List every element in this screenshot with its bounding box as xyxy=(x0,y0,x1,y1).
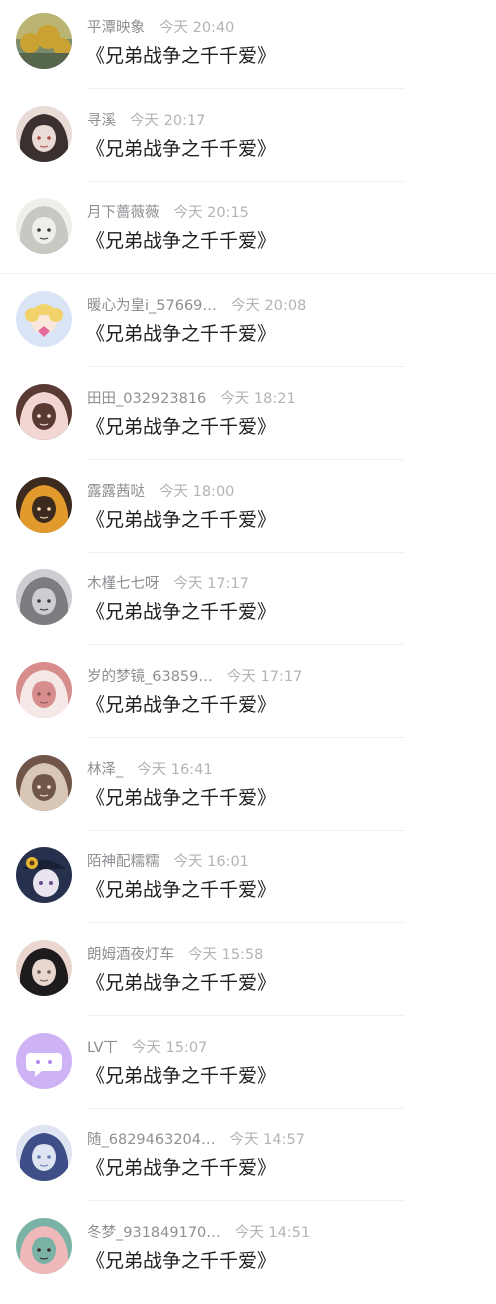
message-row[interactable]: 木槿七七呀 今天 17:17 《兄弟战争之千千爱》 xyxy=(0,563,496,655)
user-name[interactable]: 随_6829463204… xyxy=(87,1130,216,1150)
user-name[interactable]: LV丅 xyxy=(87,1038,118,1058)
avatar[interactable] xyxy=(16,13,72,69)
message-meta: 冬梦_931849170… 今天 14:51 xyxy=(87,1223,310,1243)
row-divider xyxy=(87,551,405,553)
message-text[interactable]: 《兄弟战争之千千爱》 xyxy=(86,1155,276,1181)
message-text[interactable]: 《兄弟战争之千千爱》 xyxy=(86,877,276,903)
message-row[interactable]: 林泽_ 今天 16:41 《兄弟战争之千千爱》 xyxy=(0,749,496,841)
message-meta: 寻溪 今天 20:17 xyxy=(87,111,205,131)
message-row[interactable]: 平潭映象 今天 20:40 《兄弟战争之千千爱》 xyxy=(0,7,496,99)
message-row[interactable]: 月下蔷薇薇 今天 20:15 《兄弟战争之千千爱》 xyxy=(0,192,496,284)
user-name[interactable]: 寻溪 xyxy=(87,111,116,131)
message-meta: 随_6829463204… 今天 14:57 xyxy=(87,1130,305,1150)
timestamp: 今天 20:15 xyxy=(173,205,249,222)
row-divider xyxy=(87,644,405,646)
row-divider xyxy=(87,1107,405,1109)
row-divider xyxy=(87,1200,405,1202)
user-name[interactable]: 暖心为皇i_57669… xyxy=(87,296,217,316)
message-text[interactable]: 《兄弟战争之千千爱》 xyxy=(86,43,276,69)
user-name[interactable]: 露露茜哒 xyxy=(87,482,145,502)
avatar[interactable] xyxy=(16,198,72,255)
row-divider xyxy=(87,736,405,738)
message-row[interactable]: 冬梦_931849170… 今天 14:51 《兄弟战争之千千爱》 xyxy=(0,1212,496,1304)
message-text[interactable]: 《兄弟战争之千千爱》 xyxy=(86,507,276,533)
timestamp: 今天 14:57 xyxy=(229,1132,305,1149)
row-divider xyxy=(87,458,405,460)
message-meta: 木槿七七呀 今天 17:17 xyxy=(87,574,249,594)
message-text[interactable]: 《兄弟战争之千千爱》 xyxy=(86,970,276,996)
avatar[interactable] xyxy=(16,754,72,811)
timestamp: 今天 14:51 xyxy=(234,1225,311,1242)
user-name[interactable]: 朗姆酒夜灯车 xyxy=(87,945,174,965)
message-meta: 陌神配糯糯 今天 16:01 xyxy=(87,852,249,872)
user-name[interactable]: 冬梦_931849170… xyxy=(87,1223,221,1243)
message-text[interactable]: 《兄弟战争之千千爱》 xyxy=(86,692,276,718)
row-divider xyxy=(87,366,405,368)
message-row[interactable]: 田田_032923816 今天 18:21 《兄弟战争之千千爱》 xyxy=(0,378,496,470)
user-name[interactable]: 陌神配糯糯 xyxy=(87,852,160,872)
message-meta: 平潭映象 今天 20:40 xyxy=(87,18,234,38)
message-row[interactable]: LV丅 今天 15:07 《兄弟战争之千千爱》 xyxy=(0,1027,496,1119)
user-name[interactable]: 月下蔷薇薇 xyxy=(87,203,160,223)
avatar[interactable] xyxy=(16,661,72,718)
avatar[interactable] xyxy=(16,1032,72,1089)
avatar[interactable] xyxy=(16,1125,72,1182)
message-text[interactable]: 《兄弟战争之千千爱》 xyxy=(86,321,276,347)
message-meta: 朗姆酒夜灯车 今天 15:58 xyxy=(87,945,263,965)
user-name[interactable]: 平潭映象 xyxy=(87,18,145,38)
message-meta: 月下蔷薇薇 今天 20:15 xyxy=(87,203,249,223)
message-text[interactable]: 《兄弟战争之千千爱》 xyxy=(86,228,276,254)
user-name[interactable]: 林泽_ xyxy=(87,760,123,780)
timestamp: 今天 15:58 xyxy=(188,947,264,963)
message-row[interactable]: 朗姆酒夜灯车 今天 15:58 《兄弟战争之千千爱》 xyxy=(0,934,496,1026)
message-row[interactable]: 暖心为皇i_57669… 今天 20:08 《兄弟战争之千千爱》 xyxy=(0,285,496,377)
avatar[interactable] xyxy=(16,569,72,626)
timestamp: 今天 16:41 xyxy=(137,761,213,778)
timestamp: 今天 17:17 xyxy=(226,668,303,685)
message-list: 平潭映象 今天 20:40 《兄弟战争之千千爱》 寻溪 今天 20:17 《兄弟战争之千… xyxy=(0,0,496,1280)
message-row[interactable]: 寻溪 今天 20:17 《兄弟战争之千千爱》 xyxy=(0,100,496,192)
timestamp: 今天 20:17 xyxy=(130,112,206,129)
row-divider xyxy=(87,829,405,831)
timestamp: 今天 15:07 xyxy=(131,1039,208,1056)
message-row[interactable]: 露露茜哒 今天 18:00 《兄弟战争之千千爱》 xyxy=(0,471,496,563)
message-meta: 暖心为皇i_57669… 今天 20:08 xyxy=(87,296,306,316)
avatar[interactable] xyxy=(16,383,72,440)
timestamp: 今天 20:08 xyxy=(230,298,307,315)
timestamp: 今天 16:01 xyxy=(173,854,249,871)
timestamp: 今天 20:40 xyxy=(159,20,235,36)
avatar[interactable] xyxy=(16,291,72,348)
message-row[interactable]: 陌神配糯糯 今天 16:01 《兄弟战争之千千爱》 xyxy=(0,841,496,933)
row-divider xyxy=(87,1015,405,1016)
message-meta: 林泽_ 今天 16:41 xyxy=(87,760,213,780)
timestamp: 今天 17:17 xyxy=(173,576,249,593)
user-name[interactable]: 田田_032923816 xyxy=(87,389,206,409)
message-row[interactable]: 岁的梦镜_63859… 今天 17:17 《兄弟战争之千千爱》 xyxy=(0,656,496,748)
message-text[interactable]: 《兄弟战争之千千爱》 xyxy=(86,599,276,625)
row-divider xyxy=(0,273,496,275)
message-meta: 露露茜哒 今天 18:00 xyxy=(87,482,234,502)
user-name[interactable]: 岁的梦镜_63859… xyxy=(87,667,213,687)
avatar[interactable] xyxy=(16,940,72,996)
message-text[interactable]: 《兄弟战争之千千爱》 xyxy=(86,136,276,162)
row-divider xyxy=(87,180,405,182)
message-meta: LV丅 今天 15:07 xyxy=(87,1038,207,1058)
row-divider xyxy=(87,922,405,924)
message-text[interactable]: 《兄弟战争之千千爱》 xyxy=(86,785,276,811)
row-divider xyxy=(87,88,405,89)
timestamp: 今天 18:00 xyxy=(159,483,235,500)
message-text[interactable]: 《兄弟战争之千千爱》 xyxy=(86,1248,276,1274)
avatar[interactable] xyxy=(16,847,72,904)
message-text[interactable]: 《兄弟战争之千千爱》 xyxy=(86,414,276,440)
timestamp: 今天 18:21 xyxy=(220,390,296,407)
avatar[interactable] xyxy=(16,105,72,162)
message-text[interactable]: 《兄弟战争之千千爱》 xyxy=(86,1063,276,1089)
message-row[interactable]: 随_6829463204… 今天 14:57 《兄弟战争之千千爱》 xyxy=(0,1119,496,1211)
user-name[interactable]: 木槿七七呀 xyxy=(87,574,160,594)
avatar[interactable] xyxy=(16,1218,72,1275)
message-meta: 田田_032923816 今天 18:21 xyxy=(87,389,296,409)
message-meta: 岁的梦镜_63859… 今天 17:17 xyxy=(87,667,302,687)
avatar[interactable] xyxy=(16,476,72,533)
